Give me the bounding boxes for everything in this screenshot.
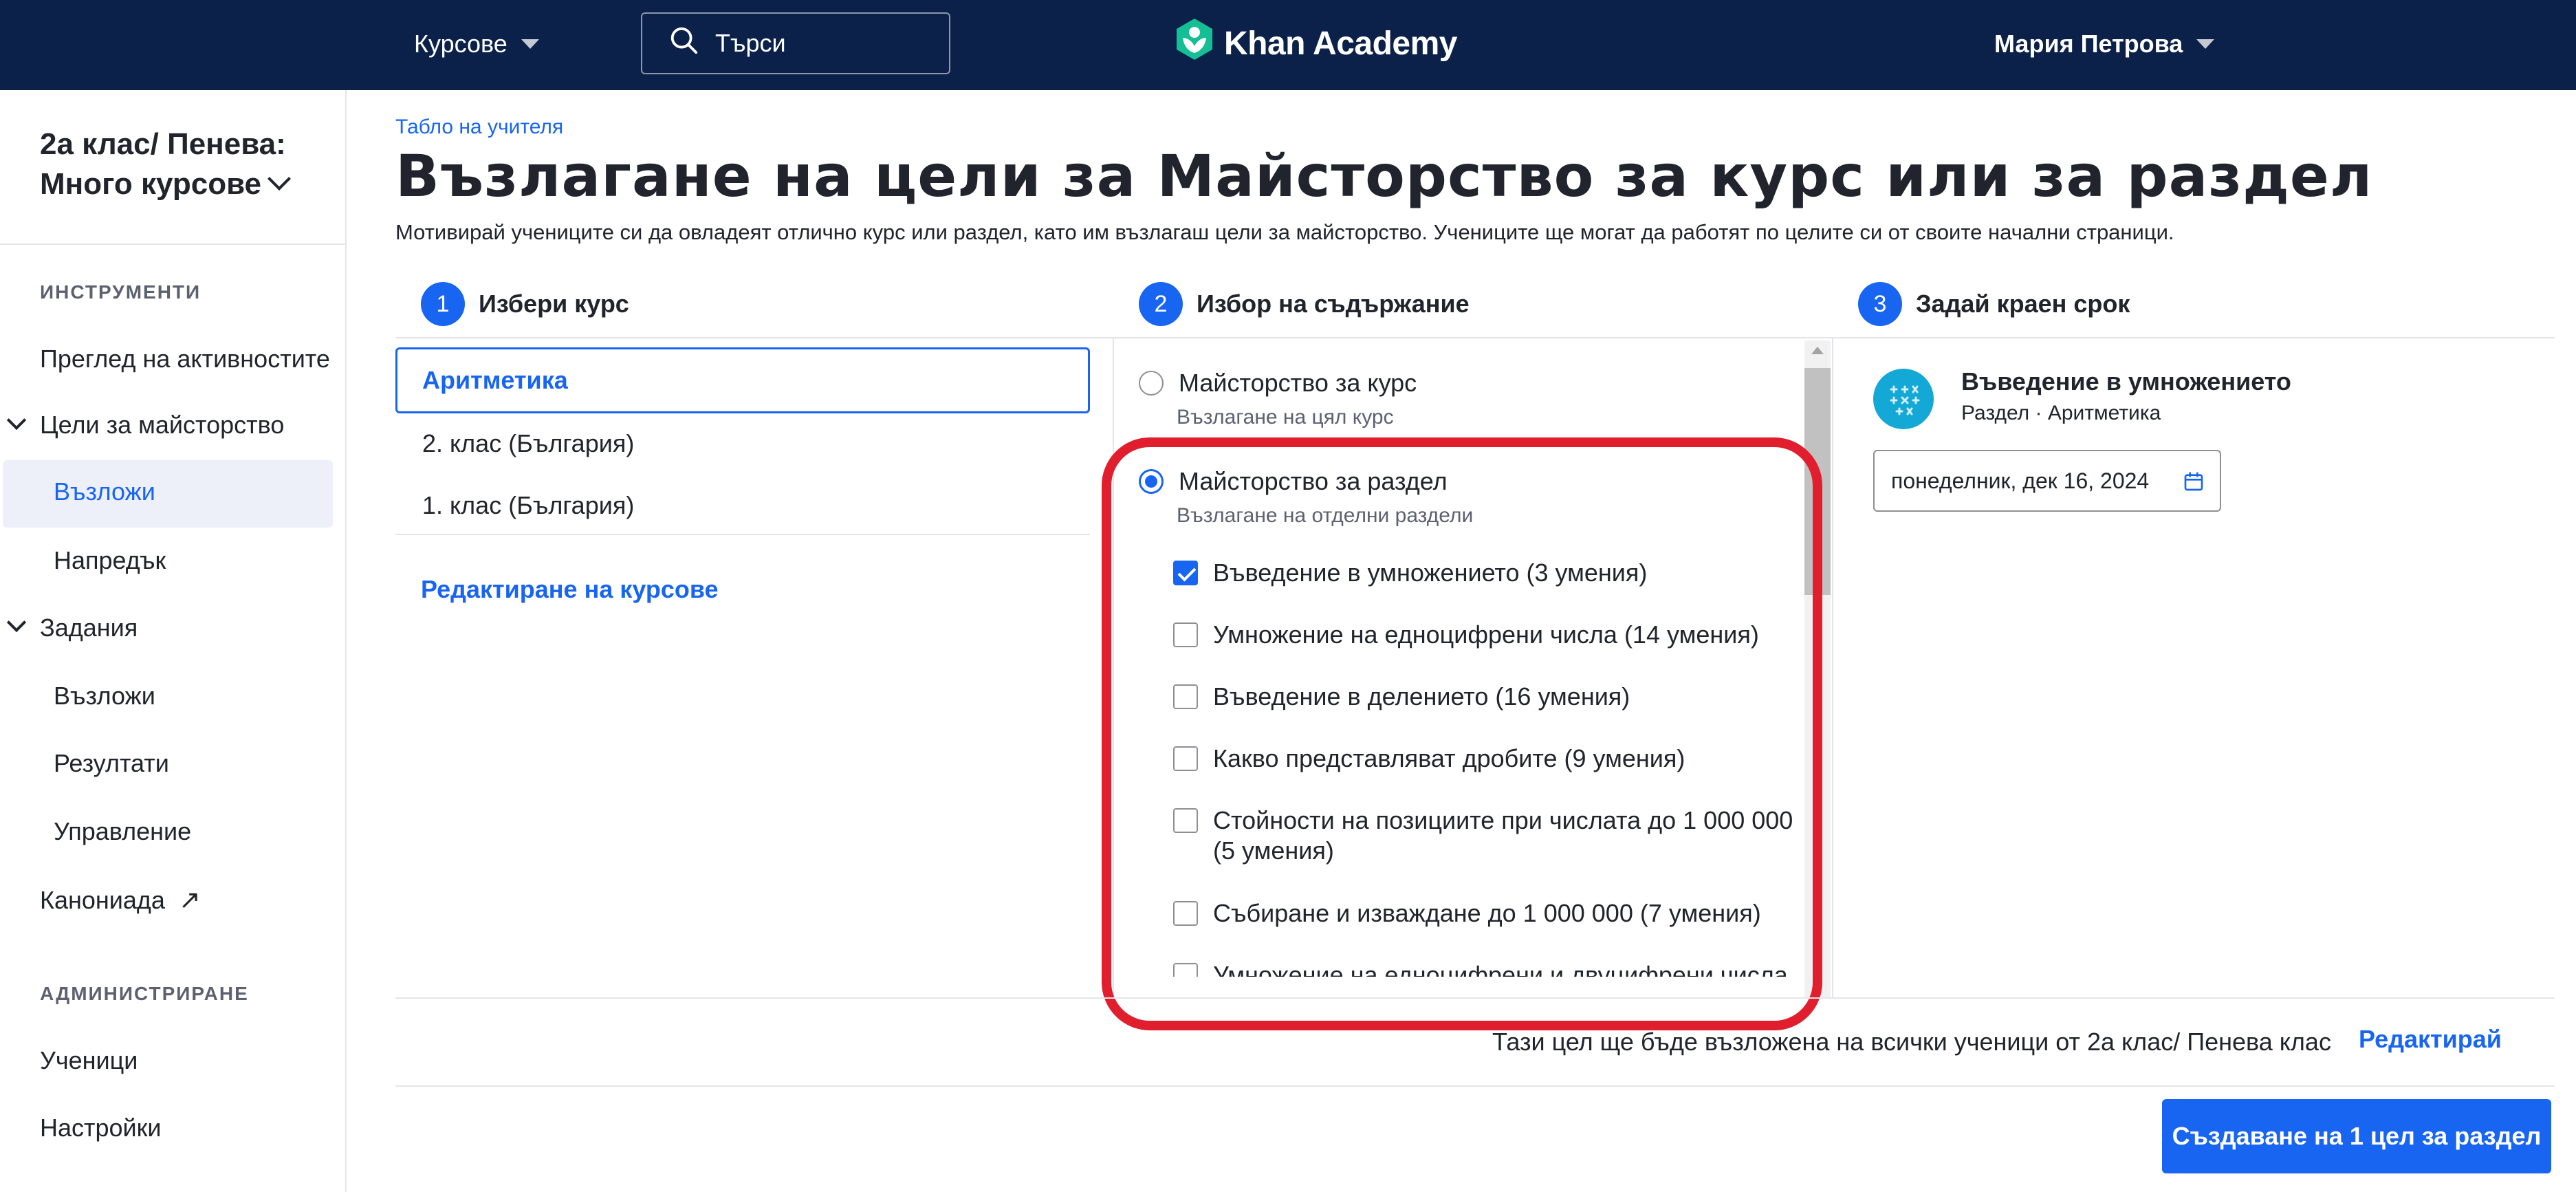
caret-down-icon	[2196, 39, 2215, 49]
khan-academy-leaf-icon	[1175, 17, 1214, 69]
unit-label: Въведение в делението (16 умения)	[1213, 682, 1630, 711]
unit-checkbox[interactable]	[1173, 684, 1198, 709]
step-label: Задай краен срок	[1916, 290, 2130, 318]
page-title: Възлагане на цели за Майсторство за курс…	[395, 142, 2373, 210]
khan-academy-logo[interactable]: Khan Academy	[1175, 17, 1458, 69]
course-mastery-label: Майсторство за курс	[1179, 369, 1417, 397]
unit-label: Събиране и изваждане до 1 000 000 (7 уме…	[1213, 899, 1761, 927]
sidebar-item-mastery-progress[interactable]: Напредък	[54, 546, 166, 575]
create-goal-button[interactable]: Създаване на 1 цел за раздел	[2162, 1099, 2551, 1173]
sidebar-item-canoniada[interactable]: Канониада ↗	[40, 885, 201, 915]
unit-mastery-label: Майсторство за раздел	[1179, 467, 1448, 495]
sidebar-item-mastery-assign[interactable]: Възложи	[54, 477, 155, 506]
unit-checkbox-row[interactable]: Умножение на едноцифрени числа (14 умени…	[1173, 620, 1804, 650]
sidebar: 2а клас/ Пенева: Много курсове ИНСТРУМЕН…	[0, 90, 347, 1192]
step-number: 1	[421, 282, 465, 326]
chevron-down-icon	[268, 167, 292, 191]
top-navigation: Курсове Khan Academy Мария Петрова	[0, 0, 2576, 90]
page-description: Мотивирай учениците си да овладеят отлич…	[395, 220, 2174, 244]
scroll-up-icon[interactable]	[1811, 347, 1824, 354]
sidebar-item-assignments-assign[interactable]: Възложи	[54, 682, 155, 711]
list-clip	[1115, 977, 1803, 997]
step-label: Избор на съдържание	[1197, 290, 1470, 318]
step-choose-course: 1 Избери курс	[421, 282, 629, 326]
column-divider	[1832, 338, 1833, 999]
footer-divider	[395, 997, 2555, 999]
search-box[interactable]	[641, 12, 950, 74]
sidebar-item-activity-overview[interactable]: Преглед на активностите	[40, 345, 330, 373]
edit-recipients-link[interactable]: Редактирай	[2359, 1025, 2502, 1054]
unit-checkbox[interactable]	[1173, 622, 1198, 647]
tools-heading: ИНСТРУМЕНТИ	[40, 281, 201, 303]
unit-label: Стойности на позициите при числата до 1 …	[1213, 806, 1793, 865]
class-switcher[interactable]: 2а клас/ Пенева: Много курсове	[40, 124, 329, 204]
unit-checkbox-row[interactable]: Събиране и изваждане до 1 000 000 (7 уме…	[1173, 898, 1804, 929]
unit-checkbox[interactable]	[1173, 561, 1198, 585]
courses-menu-label: Курсове	[414, 30, 507, 58]
unit-label: Какво представляват дробите (9 умения)	[1213, 744, 1685, 772]
unit-checkbox-row[interactable]: Стойности на позициите при числата до 1 …	[1173, 805, 1804, 866]
search-input[interactable]	[715, 29, 935, 58]
chevron-down-icon[interactable]	[6, 410, 27, 431]
unit-checkbox[interactable]	[1173, 808, 1198, 833]
courses-menu[interactable]: Курсове	[414, 25, 539, 63]
sidebar-active-highlight	[3, 460, 333, 528]
admin-heading: АДМИНИСТРИРАНЕ	[40, 983, 249, 1004]
step-label: Избери курс	[479, 290, 629, 318]
selected-unit-subtitle: Раздел · Аритметика	[1961, 402, 2161, 424]
step-set-deadline: 3 Задай краен срок	[1858, 282, 2130, 326]
unit-checkbox[interactable]	[1173, 901, 1198, 926]
edit-courses-link[interactable]: Редактиране на курсове	[421, 575, 719, 604]
steps-divider	[395, 337, 2555, 338]
sidebar-item-assignments-results[interactable]: Резултати	[54, 749, 169, 778]
unit-mastery-sublabel: Възлагане на отделни раздели	[1177, 504, 1474, 527]
due-date-field[interactable]: понеделник, дек 16, 2024	[1873, 450, 2221, 512]
sidebar-item-students[interactable]: Ученици	[40, 1046, 138, 1075]
course-item-selected[interactable]: Аритметика	[395, 347, 1090, 413]
course-mastery-radio[interactable]	[1139, 371, 1164, 395]
sidebar-item-assignments[interactable]: Задания	[40, 614, 138, 642]
sidebar-divider	[0, 243, 345, 245]
course-mastery-sublabel: Възлагане на цял курс	[1177, 406, 1394, 429]
course-item[interactable]: 2. клас (България)	[422, 429, 634, 458]
unit-checkbox-row[interactable]: Въведение в делението (16 умения)	[1173, 682, 1804, 712]
sidebar-item-assignments-manage[interactable]: Управление	[54, 817, 191, 846]
unit-checkbox-row[interactable]: Какво представляват дробите (9 умения)	[1173, 744, 1804, 774]
external-link-icon: ↗	[178, 886, 201, 915]
user-name: Мария Петрова	[1994, 30, 2183, 58]
class-title: 2а клас/ Пенева: Много курсове	[40, 127, 286, 201]
sidebar-item-settings[interactable]: Настройки	[40, 1114, 162, 1142]
unit-checkbox-row[interactable]: Въведение в умножението (3 умения)	[1173, 558, 1804, 588]
chevron-down-icon[interactable]	[6, 612, 27, 633]
unit-label: Въведение в умножението (3 умения)	[1213, 559, 1648, 587]
unit-mastery-radio[interactable]	[1139, 469, 1164, 494]
assignment-note: Тази цел ще бъде възложена на всички уче…	[1492, 1028, 2331, 1056]
due-date-value: понеделник, дек 16, 2024	[1891, 468, 2150, 493]
footer-divider	[395, 1085, 2555, 1087]
logo-text: Khan Academy	[1224, 25, 1458, 62]
step-number: 3	[1858, 282, 1902, 326]
selected-unit-title: Въведение в умножението	[1961, 367, 2291, 395]
search-icon	[668, 25, 700, 63]
course-list-divider	[395, 534, 1090, 535]
step-choose-content: 2 Избор на съдържание	[1139, 282, 1470, 326]
breadcrumb[interactable]: Табло на учителя	[395, 116, 563, 139]
user-menu[interactable]: Мария Петрова	[1994, 25, 2215, 63]
unit-label: Умножение на едноцифрени числа (14 умени…	[1213, 620, 1759, 649]
unit-checkbox[interactable]	[1173, 746, 1198, 771]
canoniada-label: Канониада	[40, 885, 165, 914]
course-mastery-option[interactable]: Майсторство за курс	[1139, 369, 1417, 398]
course-item[interactable]: 1. клас (България)	[422, 491, 634, 520]
unit-mastery-option[interactable]: Майсторство за раздел	[1139, 467, 1448, 496]
step-number: 2	[1139, 282, 1183, 326]
calendar-icon[interactable]	[2183, 470, 2205, 498]
sidebar-item-mastery-goals[interactable]: Цели за майсторство	[40, 411, 284, 440]
unit-icon	[1873, 369, 1934, 429]
scrollbar-thumb[interactable]	[1804, 368, 1831, 595]
caret-down-icon	[521, 39, 539, 49]
column-divider	[1113, 338, 1114, 999]
